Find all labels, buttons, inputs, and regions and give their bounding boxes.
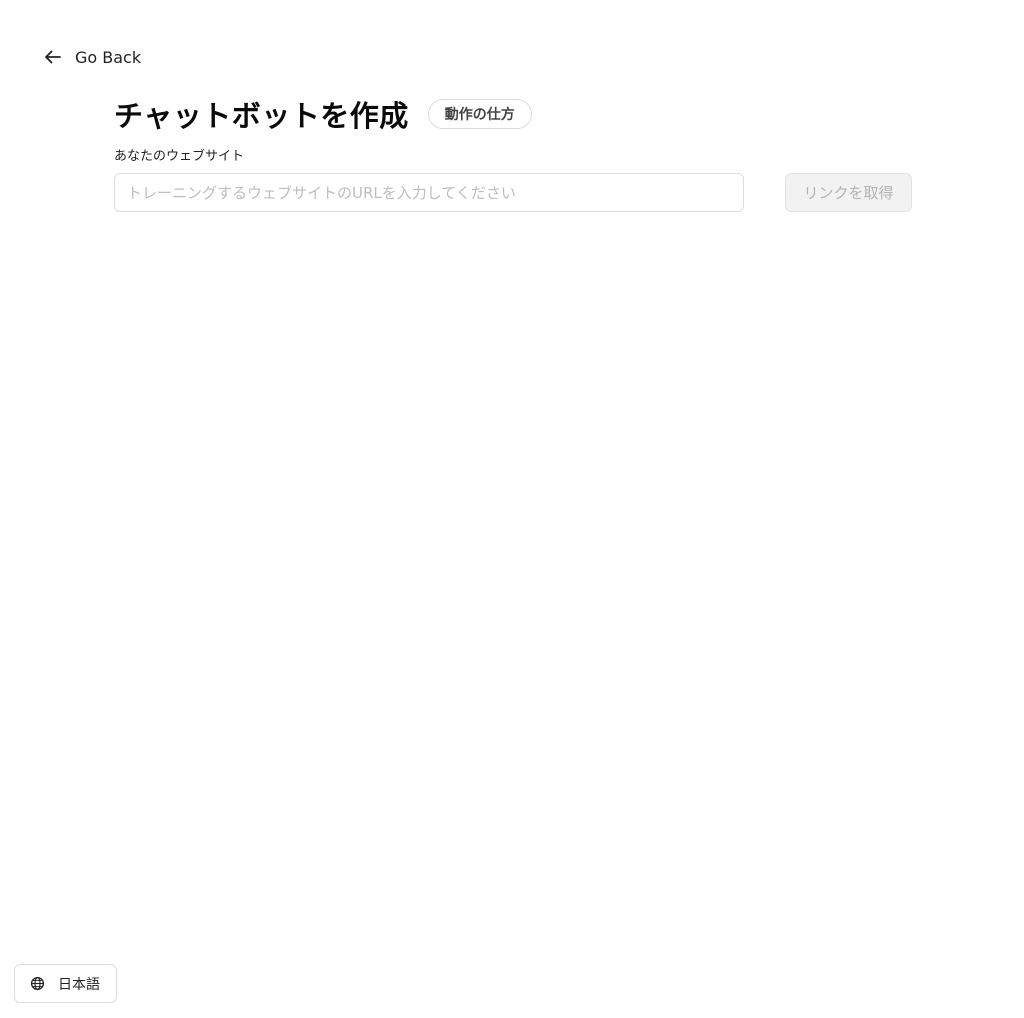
- page-title: チャットボットを作成: [114, 99, 409, 133]
- website-field-label: あなたのウェブサイト: [114, 149, 245, 164]
- fetch-links-button[interactable]: リンクを取得: [785, 173, 912, 212]
- language-selector[interactable]: 日本語: [14, 964, 117, 1003]
- title-row: チャットボットを作成 動作の仕方: [114, 94, 912, 134]
- website-url-input[interactable]: [114, 173, 744, 212]
- language-label: 日本語: [58, 976, 100, 993]
- go-back-link[interactable]: Go Back: [44, 45, 141, 69]
- go-back-label: Go Back: [75, 47, 142, 67]
- globe-icon: [30, 976, 45, 991]
- arrow-left-icon: [44, 50, 61, 64]
- url-input-row: リンクを取得: [114, 173, 912, 212]
- how-it-works-button[interactable]: 動作の仕方: [427, 99, 532, 129]
- create-chatbot-form: チャットボットを作成 動作の仕方 あなたのウェブサイト リンクを取得: [114, 94, 912, 212]
